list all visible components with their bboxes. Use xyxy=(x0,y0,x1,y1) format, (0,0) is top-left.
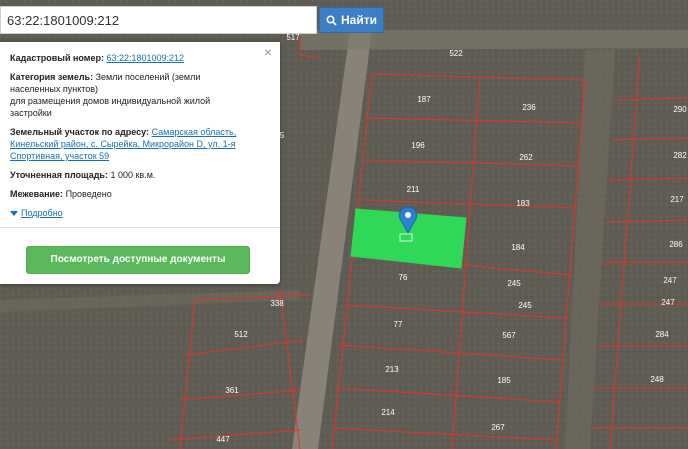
cadastral-row: Кадастровый номер: 63:22:1801009:212 xyxy=(10,52,270,64)
search-button[interactable]: Найти xyxy=(319,7,384,33)
plot-number-label: 567 xyxy=(502,331,516,340)
purpose-line-1: для размещения домов индивидуальной жило… xyxy=(10,96,211,106)
plot-number-label: 286 xyxy=(669,240,683,249)
close-icon[interactable]: × xyxy=(264,45,272,59)
chevron-down-icon xyxy=(10,210,18,216)
area-row: Уточненная площадь: 1 000 кв.м. xyxy=(10,169,270,181)
plot-number-label: 284 xyxy=(655,330,669,339)
plot-number-label: 338 xyxy=(270,299,284,308)
address-link-2[interactable]: Кинельский район, с. Сырейка, Микрорайон… xyxy=(10,139,235,149)
parcel-info-popup: × Кадастровый номер: 63:22:1801009:212 К… xyxy=(0,42,280,284)
plot-number-label: 217 xyxy=(670,195,684,204)
address-row: Земельный участок по адресу: Самарская о… xyxy=(10,126,270,162)
plot-number-label: 187 xyxy=(417,95,431,104)
search-input[interactable] xyxy=(1,7,316,33)
plot-number-label: 247 xyxy=(661,298,675,307)
search-button-label: Найти xyxy=(341,13,377,27)
search-icon xyxy=(326,14,337,26)
area-value: 1 000 кв.м. xyxy=(110,170,156,180)
plot-number-label: 185 xyxy=(497,376,511,385)
area-label: Уточненная площадь: xyxy=(10,170,108,180)
plot-number-label: 245 xyxy=(518,301,532,310)
plot-number-label: 517 xyxy=(286,33,300,42)
category-label: Категория земель: xyxy=(10,72,94,82)
category-value-2: населенных пунктов) xyxy=(10,84,99,94)
view-documents-button[interactable]: Посмотреть доступные документы xyxy=(26,246,250,274)
road xyxy=(300,30,688,50)
cadastral-label: Кадастровый номер: xyxy=(10,53,104,63)
plot-number-label: 282 xyxy=(673,151,687,160)
plot-number-label: 522 xyxy=(449,49,463,58)
plot-number-label: 183 xyxy=(516,199,530,208)
survey-row: Межевание: Проведено xyxy=(10,188,270,200)
plot-number-label: 247 xyxy=(663,276,677,285)
plot-number-label: 512 xyxy=(234,330,248,339)
survey-value: Проведено xyxy=(65,189,112,199)
address-link-1[interactable]: Самарская область, xyxy=(152,127,237,137)
plot-number-label: 213 xyxy=(385,365,399,374)
plot-number-label: 248 xyxy=(650,375,664,384)
plot-number-label: 267 xyxy=(491,423,505,432)
plot-number-label: 447 xyxy=(216,435,230,444)
category-value-1: Земли поселений (земли xyxy=(95,72,201,82)
plot-number-label: 262 xyxy=(519,153,533,162)
plot-number-label: 196 xyxy=(411,141,425,150)
purpose-line-2: застройки xyxy=(10,108,52,118)
plot-number-label: 5 xyxy=(280,131,285,140)
more-details-link[interactable]: Подробно xyxy=(10,207,270,219)
plot-number-label: 236 xyxy=(522,103,536,112)
plot-number-label: 184 xyxy=(511,243,525,252)
plot-number-label: 76 xyxy=(399,273,408,282)
plot-number-label: 290 xyxy=(673,105,687,114)
category-row: Категория земель: Земли поселений (земли… xyxy=(10,71,270,119)
plot-number-label: 361 xyxy=(225,386,239,395)
plot-number-label: 245 xyxy=(507,279,521,288)
survey-label: Межевание: xyxy=(10,189,64,199)
more-details-label: Подробно xyxy=(21,208,63,218)
cadastral-link[interactable]: 63:22:1801009:212 xyxy=(106,53,184,63)
address-link-3[interactable]: Спортивная, участок 59 xyxy=(10,151,109,161)
plot-number-label: 214 xyxy=(381,408,395,417)
plot-number-label: 77 xyxy=(394,320,403,329)
address-label: Земельный участок по адресу: xyxy=(10,127,150,137)
plot-number-label: 211 xyxy=(407,185,420,194)
divider xyxy=(0,227,280,228)
search-box xyxy=(0,6,317,34)
